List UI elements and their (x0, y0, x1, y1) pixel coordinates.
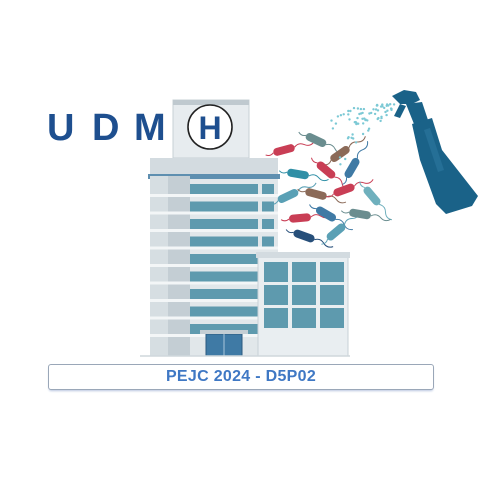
mist-dot (361, 132, 365, 136)
bacterium (340, 208, 391, 222)
mist-dot (338, 156, 342, 159)
mist-dot (349, 109, 352, 113)
mist-dot (334, 122, 338, 125)
floor-ledge (150, 246, 278, 250)
mist-dot (350, 136, 353, 139)
mist-dot (385, 113, 388, 117)
tower-window-side (262, 201, 274, 212)
mist-dot (348, 118, 351, 121)
tower-window-band (190, 201, 258, 212)
mist-dot (359, 107, 363, 111)
tower-window-band (190, 306, 258, 317)
mist-dot (352, 106, 356, 110)
tower-window-side (262, 219, 274, 229)
letter-u: U (47, 107, 74, 149)
mist-dot (362, 122, 365, 125)
letter-h: H (198, 110, 221, 146)
mist-dot (377, 116, 380, 120)
mist-dot (359, 112, 363, 115)
mist-dot (392, 103, 396, 106)
mist-dot (347, 136, 350, 139)
mist-dot (373, 112, 377, 116)
mist-dot (354, 141, 358, 144)
tower-window-band (190, 219, 258, 229)
annex-window (320, 285, 344, 305)
event-banner-text: PEJC 2024 - D5P02 (165, 368, 317, 385)
mist-dot (381, 103, 384, 106)
mist-dot (372, 108, 375, 111)
tower-window-band (190, 184, 258, 194)
mist-dot (383, 106, 386, 110)
mist-dot (374, 108, 378, 111)
mist-dot (351, 133, 354, 136)
annex-window (292, 285, 316, 305)
mist-dot (375, 103, 379, 107)
mist-dot (385, 104, 388, 108)
tower-window-band (190, 254, 258, 264)
mist-dot (339, 163, 342, 166)
floor-ledge (150, 229, 278, 232)
mist-dot (380, 115, 383, 119)
letter-d: D (92, 107, 119, 149)
mist-dot (339, 114, 343, 117)
mist-dot (342, 113, 345, 116)
tower-window-band (190, 289, 258, 299)
mist-dot (347, 109, 350, 113)
mist-dot (356, 107, 360, 110)
mist-dot (330, 119, 333, 122)
mist-dot (356, 116, 359, 120)
annex-window (264, 308, 288, 328)
mist-dot (379, 105, 383, 108)
annex-windows (264, 262, 344, 328)
mist-dot (347, 113, 350, 116)
mist-dot (355, 122, 358, 126)
mist-dot (331, 127, 335, 130)
mist-dot (367, 129, 370, 132)
logo-illustration: U D M H (47, 90, 478, 357)
mist-dot (336, 115, 340, 118)
mist-dot (362, 107, 366, 111)
floor-ledge (150, 211, 278, 215)
spray-bottle-icon (392, 90, 478, 214)
mist-dot (386, 109, 389, 112)
tower-window-side (262, 184, 274, 194)
annex-window (292, 308, 316, 328)
mist-dot (344, 157, 347, 161)
udm-letters: U D M (47, 107, 166, 149)
floor-ledge (150, 194, 278, 197)
annex-window (292, 262, 316, 282)
tower-window-band (190, 236, 258, 247)
mist-dot (389, 103, 392, 106)
mist-dot (361, 117, 364, 121)
annex-window (320, 308, 344, 328)
annex-window (264, 285, 288, 305)
annex-window (264, 262, 288, 282)
bacterium (309, 204, 353, 231)
annex-window (320, 262, 344, 282)
bacterium (342, 141, 369, 185)
letter-m: M (134, 107, 166, 149)
mist-dot (370, 111, 373, 115)
mist-dot (390, 108, 393, 112)
tower-window-band (190, 271, 258, 282)
mist-dot (379, 119, 382, 123)
bacteria-icon (265, 131, 393, 248)
bacterium (265, 141, 315, 156)
event-banner: PEJC 2024 - D5P02 (48, 364, 434, 390)
tower-window-side (262, 236, 274, 247)
